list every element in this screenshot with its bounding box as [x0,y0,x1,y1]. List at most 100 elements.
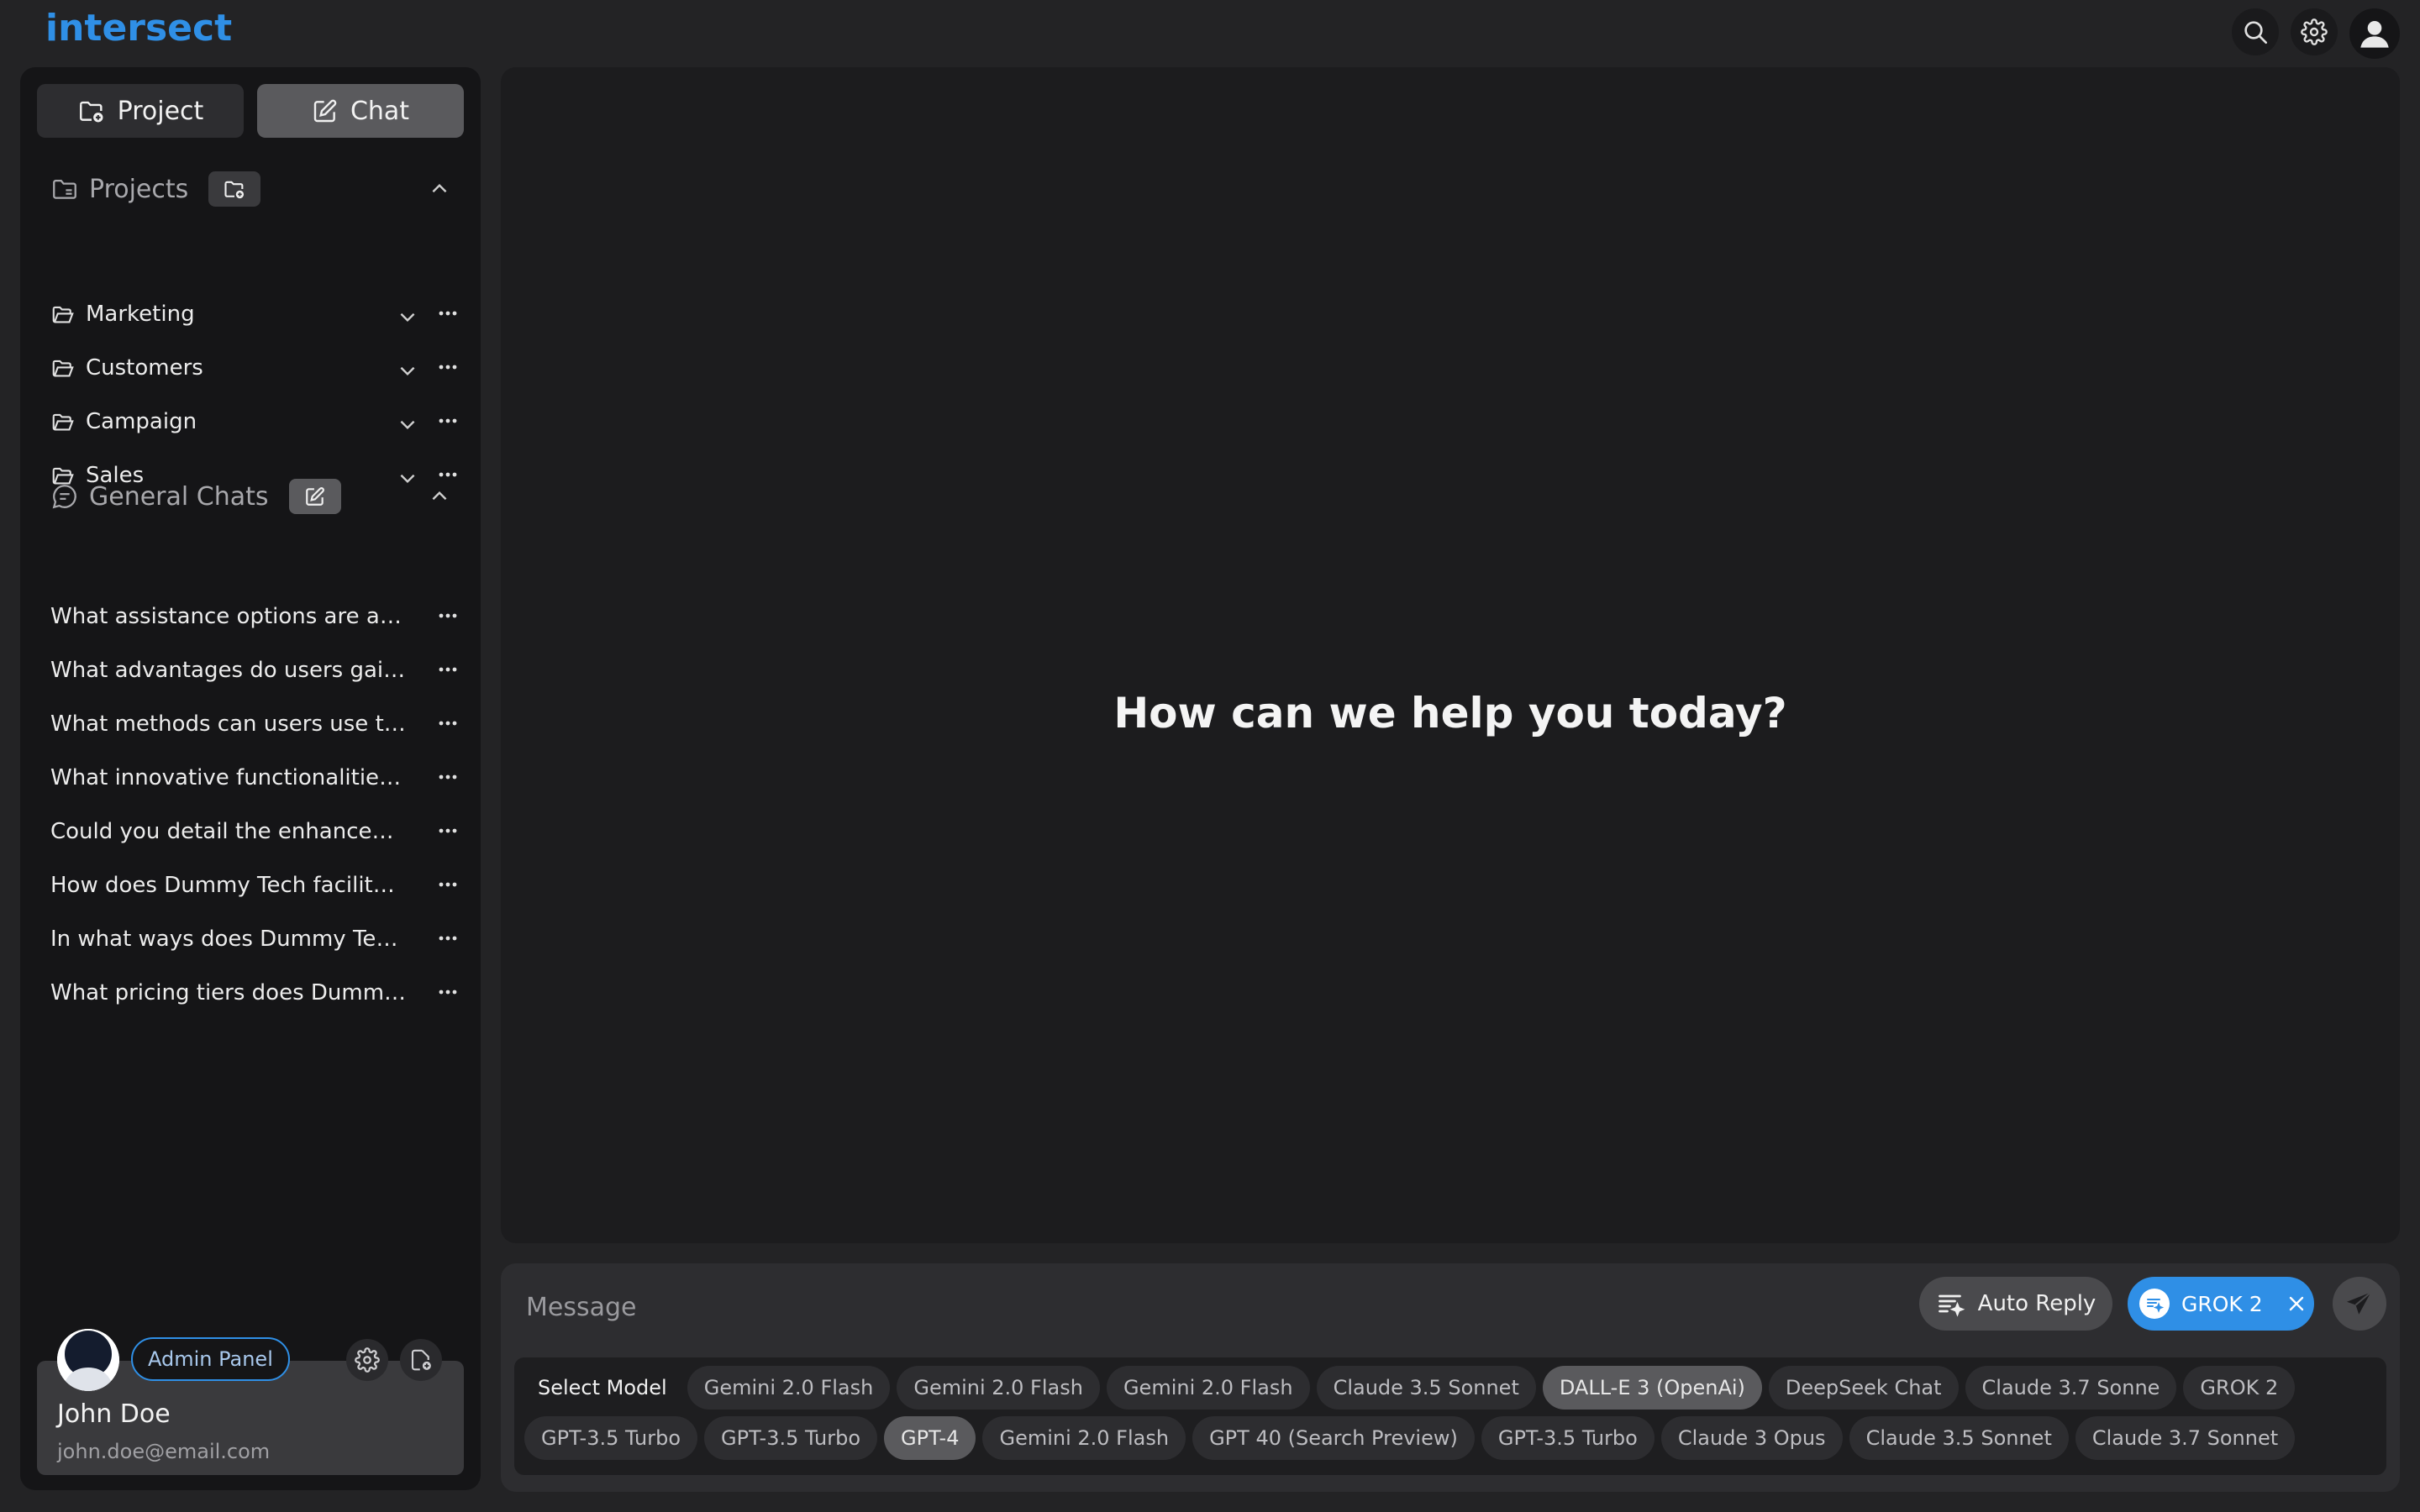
tab-project[interactable]: Project [37,84,244,138]
chevron-up-icon[interactable] [429,178,450,200]
more-options-icon[interactable] [439,936,457,941]
more-options-icon[interactable] [439,418,457,423]
gear-icon [355,1347,380,1373]
chevron-down-icon[interactable] [397,413,418,435]
more-options-icon[interactable] [439,990,457,995]
model-row: GPT-3.5 Turbo GPT-3.5 Turbo GPT-4 Gemini… [524,1416,2376,1460]
composer: Auto Reply GROK 2 Select Model Gemini 2.… [501,1263,2400,1492]
chat-item[interactable]: How does Dummy Tech facilitate i... [50,858,477,912]
chat-item-label: What methods can users use to s... [50,711,408,737]
chat-panel: How can we help you today? [501,67,2400,1243]
model-option-selected[interactable]: DALL-E 3 (OpenAi) [1542,1366,1762,1410]
more-options-icon[interactable] [439,667,457,672]
more-options-icon[interactable] [439,721,457,726]
model-option[interactable]: Claude 3.7 Sonne [1965,1366,2177,1410]
model-option[interactable]: DeepSeek Chat [1768,1366,1959,1410]
model-option[interactable]: Gemini 2.0 Flash [1106,1366,1310,1410]
more-options-icon[interactable] [439,828,457,833]
chat-item[interactable]: Could you detail the enhancemen... [50,805,477,858]
send-button[interactable] [2333,1277,2386,1331]
model-option[interactable]: Claude 3.7 Sonnet [2075,1416,2296,1460]
user-icon [2358,17,2391,50]
project-item-customers[interactable]: Customers [50,341,477,395]
chat-item[interactable]: What advantages do users gain b... [50,643,477,697]
chat-item[interactable]: What methods can users use to s... [50,697,477,751]
more-options-icon[interactable] [439,365,457,370]
model-option[interactable]: Gemini 2.0 Flash [897,1366,1100,1410]
model-icon [2139,1289,2170,1319]
projects-icon [50,175,79,203]
chat-item-label: What assistance options are avail... [50,604,408,629]
project-label: Marketing [86,302,195,327]
file-add-icon [408,1347,434,1373]
new-project-button[interactable] [208,171,261,207]
model-option-selected[interactable]: GPT-4 [884,1416,976,1460]
active-model-label: GROK 2 [2181,1291,2263,1316]
chat-item-label: What innovative functionalities do... [50,765,408,790]
tab-chat-label: Chat [350,96,410,126]
project-item-marketing[interactable]: Marketing [50,287,477,341]
auto-reply-label: Auto Reply [1977,1291,2096,1316]
select-model-label: Select Model [538,1376,667,1399]
model-option[interactable]: Gemini 2.0 Flash [982,1416,1186,1460]
chevron-down-icon[interactable] [397,360,418,381]
model-option[interactable]: Gemini 2.0 Flash [687,1366,891,1410]
close-icon[interactable] [2286,1294,2307,1314]
admin-panel-button[interactable]: Admin Panel [131,1337,290,1381]
general-chats-list: What assistance options are avail... Wha… [50,590,477,1020]
more-options-icon[interactable] [439,311,457,316]
profile-button[interactable] [2349,8,2400,59]
search-button[interactable] [2232,8,2279,55]
more-options-icon[interactable] [439,774,457,780]
general-chats-header: General Chats [50,477,471,516]
user-files-button[interactable] [400,1339,442,1381]
auto-reply-button[interactable]: Auto Reply [1919,1277,2112,1331]
edit-icon [304,486,326,507]
search-icon [2242,18,2269,45]
model-option[interactable]: Claude 3.5 Sonnet [1316,1366,1536,1410]
active-model-chip[interactable]: GROK 2 [2128,1277,2314,1331]
chat-bubble-icon [50,482,79,511]
model-option[interactable]: GPT-3.5 Turbo [524,1416,697,1460]
welcome-heading: How can we help you today? [1113,689,1787,738]
chat-item-label: Could you detail the enhancemen... [50,819,408,844]
folder-add-icon [223,177,246,201]
model-option[interactable]: Claude 3.5 Sonnet [1849,1416,2069,1460]
user-settings-button[interactable] [346,1339,388,1381]
model-row: Select Model Gemini 2.0 Flash Gemini 2.0… [524,1366,2376,1410]
model-option[interactable]: GPT-3.5 Turbo [1481,1416,1655,1460]
chat-item[interactable]: What innovative functionalities do... [50,751,477,805]
send-icon [2344,1289,2375,1319]
message-input[interactable] [526,1284,1870,1331]
projects-header: Projects [50,170,471,208]
chevron-up-icon[interactable] [429,486,450,507]
tab-chat[interactable]: Chat [257,84,464,138]
user-email: john.doe@email.com [57,1440,271,1463]
project-label: Campaign [86,409,197,434]
chat-item-label: How does Dummy Tech facilitate i... [50,873,408,898]
chat-item[interactable]: What assistance options are avail... [50,590,477,643]
avatar[interactable] [57,1329,119,1391]
folder-icon [50,355,76,381]
projects-title: Projects [89,174,189,204]
model-option[interactable]: Claude 3 Opus [1660,1416,1843,1460]
model-selector: Select Model Gemini 2.0 Flash Gemini 2.0… [514,1357,2386,1475]
more-options-icon[interactable] [439,613,457,618]
model-option[interactable]: GROK 2 [2183,1366,2296,1410]
settings-button[interactable] [2291,8,2338,55]
new-chat-button[interactable] [288,479,341,514]
chat-item-label: In what ways does Dummy Tech p... [50,927,408,952]
mode-tabs: Project Chat [37,84,464,138]
chat-item[interactable]: In what ways does Dummy Tech p... [50,912,477,966]
chevron-down-icon[interactable] [397,306,418,328]
model-option[interactable]: GPT 40 (Search Preview) [1192,1416,1475,1460]
chat-item-label: What advantages do users gain b... [50,658,408,683]
more-options-icon[interactable] [439,882,457,887]
chat-item[interactable]: What pricing tiers does Dummy T... [50,966,477,1020]
folder-add-icon [77,97,106,125]
app-logo: intersect [45,7,233,50]
top-toolbar [2232,8,2400,59]
model-option[interactable]: GPT-3.5 Turbo [704,1416,877,1460]
sidebar: Project Chat Projects Marketing Customer… [20,67,481,1490]
project-item-campaign[interactable]: Campaign [50,395,477,449]
